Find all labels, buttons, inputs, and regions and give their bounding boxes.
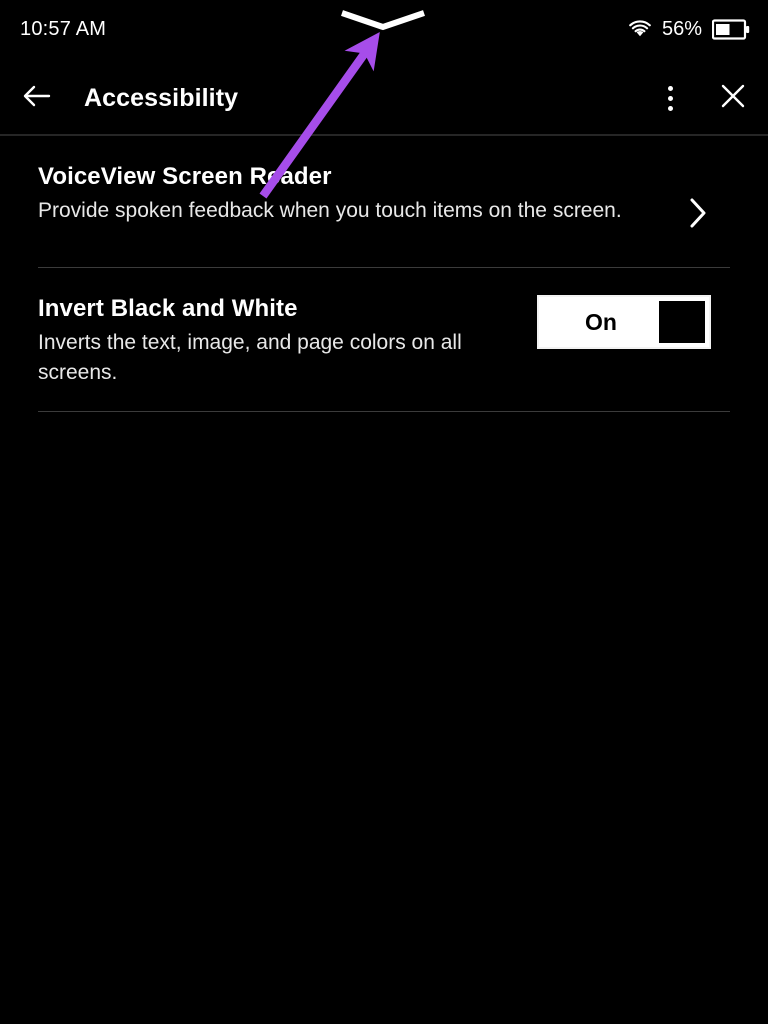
wifi-icon bbox=[628, 19, 652, 39]
chevron-handle-icon[interactable] bbox=[340, 10, 426, 32]
setting-description: Provide spoken feedback when you touch i… bbox=[38, 199, 622, 222]
setting-row-invert-black-and-white[interactable]: Invert Black and White Inverts the text,… bbox=[0, 268, 768, 412]
settings-list: VoiceView Screen Reader Provide spoken f… bbox=[0, 136, 768, 412]
status-indicators: 56% bbox=[628, 16, 750, 42]
overflow-menu-button[interactable] bbox=[652, 77, 688, 119]
setting-text-block: Invert Black and White Inverts the text,… bbox=[38, 294, 518, 388]
setting-description: Inverts the text, image, and page colors… bbox=[38, 331, 462, 384]
toggle-state-label: On bbox=[585, 309, 617, 335]
arrow-left-icon bbox=[22, 83, 52, 114]
battery-percent-label: 56% bbox=[661, 18, 702, 40]
setting-title: VoiceView Screen Reader bbox=[38, 163, 332, 190]
row-divider bbox=[38, 411, 730, 412]
setting-text-block: VoiceView Screen Reader Provide spoken f… bbox=[38, 162, 622, 226]
status-bar: 10:57 AM 56% bbox=[0, 0, 768, 58]
battery-half-icon bbox=[711, 18, 750, 40]
close-x-icon bbox=[719, 82, 747, 115]
chevron-right-icon[interactable] bbox=[684, 196, 710, 230]
setting-row-voiceview-screen-reader[interactable]: VoiceView Screen Reader Provide spoken f… bbox=[0, 136, 768, 268]
toggle-thumb[interactable] bbox=[659, 301, 705, 343]
app-bar: Accessibility bbox=[0, 58, 768, 136]
status-time: 10:57 AM bbox=[20, 18, 107, 40]
setting-title: Invert Black and White bbox=[38, 295, 298, 322]
page-title: Accessibility bbox=[84, 84, 239, 112]
back-button[interactable] bbox=[16, 77, 58, 119]
invert-black-and-white-toggle[interactable]: On bbox=[537, 295, 711, 349]
close-button[interactable] bbox=[712, 77, 754, 119]
more-vertical-icon bbox=[667, 85, 673, 111]
